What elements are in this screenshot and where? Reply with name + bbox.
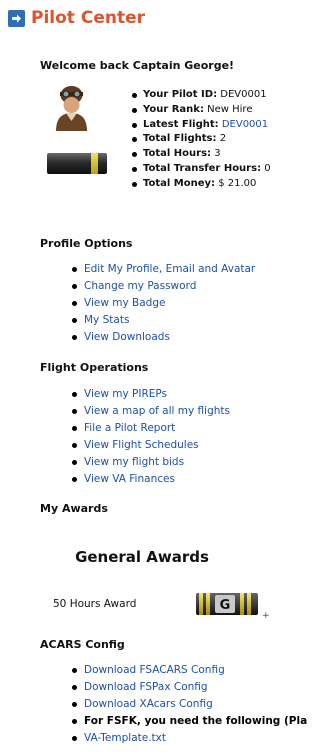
list-item: Download FSACARS Config [62, 662, 307, 679]
xacars-config-link[interactable]: Download XAcars Config [84, 698, 213, 710]
page-header: Pilot Center [8, 8, 145, 28]
fsfk-note: For FSFK, you need the following (Pla [84, 715, 308, 727]
list-item: Download FSPax Config [62, 679, 307, 696]
list-item: VA-Template.txt [62, 730, 307, 747]
list-item: View my flight bids [62, 454, 230, 471]
award-name: 50 Hours Award [53, 598, 137, 610]
flight-bids-link[interactable]: View my flight bids [84, 456, 184, 468]
pilot-avatar [53, 85, 90, 131]
view-downloads-link[interactable]: View Downloads [84, 331, 170, 343]
flight-schedules-link[interactable]: View Flight Schedules [84, 439, 199, 451]
pilot-stats-list: Your Pilot ID: DEV0001 Your Rank: New Hi… [130, 88, 271, 192]
my-stats-link[interactable]: My Stats [84, 314, 129, 326]
list-item: View my PIREPs [62, 386, 230, 403]
stat-transfer-hours: Total Transfer Hours: 0 [130, 162, 271, 177]
rank-stripe [91, 153, 98, 174]
stat-pilot-id: Your Pilot ID: DEV0001 [130, 88, 271, 103]
welcome-message: Welcome back Captain George! [40, 59, 235, 72]
acars-config-list: Download FSACARS Config Download FSPax C… [62, 662, 307, 747]
arrow-right-icon [8, 9, 25, 27]
edit-profile-link[interactable]: Edit My Profile, Email and Avatar [84, 263, 255, 275]
change-password-link[interactable]: Change my Password [84, 280, 196, 292]
fspax-config-link[interactable]: Download FSPax Config [84, 681, 208, 693]
list-item: Download XAcars Config [62, 696, 307, 713]
list-item: Change my Password [62, 278, 255, 295]
flight-map-link[interactable]: View a map of all my flights [84, 405, 230, 417]
list-item: View my Badge [62, 295, 255, 312]
list-item: For FSFK, you need the following (Pla [62, 713, 307, 730]
view-pireps-link[interactable]: View my PIREPs [84, 388, 167, 400]
award-badge-g: G [196, 593, 258, 615]
general-awards-heading: General Awards [75, 548, 209, 566]
award-plus-link[interactable]: + [262, 611, 270, 621]
my-awards-title: My Awards [40, 502, 108, 515]
list-item: View a map of all my flights [62, 403, 230, 420]
fsacars-config-link[interactable]: Download FSACARS Config [84, 664, 225, 676]
list-item: View VA Finances [62, 471, 230, 488]
stat-total-money: Total Money: $ 21.00 [130, 177, 271, 192]
list-item: My Stats [62, 312, 255, 329]
va-template-link[interactable]: VA-Template.txt [84, 732, 166, 744]
stat-latest-flight: Latest Flight: DEV0001 [130, 118, 271, 133]
list-item: File a Pilot Report [62, 420, 230, 437]
list-item: View Flight Schedules [62, 437, 230, 454]
award-badge-letter: G [220, 598, 231, 613]
list-item: View Downloads [62, 329, 255, 346]
flight-operations-list: View my PIREPs View a map of all my flig… [62, 386, 230, 488]
acars-config-title: ACARS Config [40, 638, 125, 651]
stat-total-hours: Total Hours: 3 [130, 147, 271, 162]
view-badge-link[interactable]: View my Badge [84, 297, 165, 309]
profile-options-list: Edit My Profile, Email and Avatar Change… [62, 261, 255, 346]
list-item: Edit My Profile, Email and Avatar [62, 261, 255, 278]
page-title: Pilot Center [31, 8, 145, 28]
profile-options-title: Profile Options [40, 237, 133, 250]
file-pilot-report-link[interactable]: File a Pilot Report [84, 422, 175, 434]
flight-operations-title: Flight Operations [40, 361, 149, 374]
stat-rank: Your Rank: New Hire [130, 103, 271, 118]
rank-badge [47, 153, 107, 174]
stat-total-flights: Total Flights: 2 [130, 132, 271, 147]
va-finances-link[interactable]: View VA Finances [84, 473, 175, 485]
latest-flight-link[interactable]: DEV0001 [222, 119, 268, 130]
